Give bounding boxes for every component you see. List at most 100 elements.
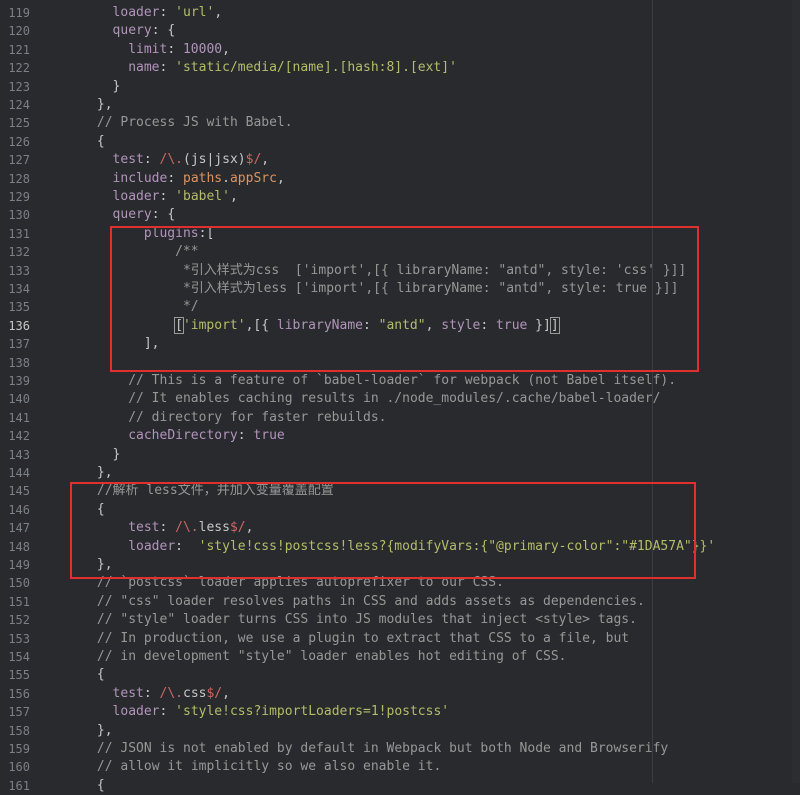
line-number: 143 [8, 447, 30, 462]
code-comment: // Process JS with Babel. [96, 115, 293, 131]
line-number: 134 [8, 282, 30, 296]
code-line[interactable]: { [97, 777, 105, 795]
code-text: , [229, 189, 238, 204]
code-regex: /\. [159, 685, 183, 701]
code-line[interactable]: // Process JS with Babel. [97, 114, 293, 132]
code-text: : { [151, 23, 176, 39]
code-string: 'style!css?importLoaders=1!postcss' [175, 704, 450, 720]
code-text: : [143, 152, 160, 168]
line-number: 119 [8, 6, 30, 20]
line-number: 146 [8, 502, 30, 517]
line-number: 123 [8, 79, 30, 94]
line-number: 145 [8, 484, 30, 499]
code-regex: /\. [159, 152, 183, 168]
code-line[interactable]: } [113, 446, 121, 464]
vertical-scrollbar[interactable] [792, 0, 800, 783]
code-text: : [159, 60, 176, 76]
line-number: 154 [8, 650, 30, 664]
code-line[interactable]: loader: 'style!css?importLoaders=1!postc… [113, 703, 450, 721]
code-line[interactable]: cacheDirectory: true [128, 427, 285, 445]
code-text: { [96, 133, 105, 149]
code-line[interactable]: // It enables caching results in ./node_… [128, 390, 660, 408]
code-text: css [183, 685, 207, 701]
code-line[interactable]: }, [97, 722, 113, 740]
code-comment: // in development "style" loader enables… [96, 649, 567, 664]
code-comment: // In production, we use a plugin to ext… [96, 630, 630, 646]
line-number-gutter: 119 120 121 122 123 124 125 126 127 128 129 130 131 1… [0, 0, 44, 793]
code-comment: // "css" loader resolves paths in CSS an… [96, 593, 645, 609]
code-line[interactable]: test: /\.(js|jsx)$/, [113, 151, 270, 169]
code-line[interactable]: { [97, 666, 105, 684]
code-line[interactable]: loader: 'url', [113, 4, 223, 22]
code-regex: $/ [245, 152, 262, 168]
code-line[interactable]: } [113, 78, 121, 96]
code-text: , [222, 41, 230, 57]
code-number: true [253, 428, 285, 444]
code-line[interactable]: query: { [113, 206, 176, 224]
code-line[interactable]: { [97, 133, 105, 151]
line-number: 155 [8, 668, 30, 683]
line-number: 125 [8, 116, 30, 131]
code-key: loader [112, 704, 160, 720]
code-text: } [112, 78, 121, 94]
code-line[interactable]: name: 'static/media/[name].[hash:8].[ext… [128, 59, 457, 77]
line-number: 160 [8, 760, 30, 775]
code-key: loader [112, 5, 160, 20]
code-line[interactable]: // "css" loader resolves paths in CSS an… [97, 593, 645, 611]
code-line[interactable]: loader: 'babel', [113, 188, 238, 206]
code-text: { [96, 667, 105, 683]
code-line[interactable]: test: /\.css$/, [113, 685, 230, 703]
code-string: 'babel' [175, 189, 230, 204]
line-number: 136 [8, 318, 30, 333]
line-number: 130 [8, 208, 30, 223]
code-line[interactable]: // This is a feature of `babel-loader` f… [128, 372, 676, 390]
code-line[interactable]: }, [97, 464, 113, 482]
wrap-guide [652, 0, 653, 783]
code-line[interactable]: query: { [113, 22, 176, 40]
code-text: , [261, 152, 270, 168]
line-number: 147 [8, 521, 30, 536]
code-key: test [112, 152, 144, 168]
code-editor[interactable]: 119 120 121 122 123 124 125 126 127 128 129 130 131 1… [0, 0, 800, 793]
code-string: 'static/media/[name].[hash:8].[ext]' [175, 60, 457, 76]
line-number: 142 [8, 429, 30, 444]
line-number: 153 [8, 631, 30, 646]
code-text: }, [96, 97, 113, 112]
line-number: 157 [8, 705, 30, 720]
line-number: 137 [8, 337, 30, 352]
code-line[interactable]: // allow it implicitly so we also enable… [97, 758, 441, 776]
line-number: 151 [8, 594, 30, 609]
code-line[interactable]: // in development "style" loader enables… [97, 648, 567, 666]
code-line[interactable]: // directory for faster rebuilds. [128, 409, 386, 427]
code-line[interactable]: // JSON is not enabled by default in Web… [97, 740, 668, 758]
code-key: name [128, 60, 160, 76]
line-number: 122 [8, 61, 30, 76]
code-text: , [222, 685, 230, 701]
code-text: { [96, 777, 105, 793]
code-comment: // This is a feature of `babel-loader` f… [128, 373, 677, 388]
code-line[interactable]: }, [97, 96, 113, 114]
code-number: 10000 [182, 41, 223, 57]
annotation-box-less-loader [70, 482, 696, 579]
code-comment: // directory for faster rebuilds. [128, 409, 387, 425]
line-number: 158 [8, 723, 30, 738]
code-line[interactable]: // In production, we use a plugin to ext… [97, 630, 629, 648]
code-text: : [159, 5, 176, 20]
line-number: 152 [8, 613, 30, 628]
code-text: , [214, 5, 223, 20]
code-key: test [112, 685, 144, 701]
line-number: 140 [8, 392, 30, 407]
code-text: : { [151, 207, 176, 223]
line-number: 156 [8, 686, 30, 701]
code-key: query [112, 23, 152, 39]
code-comment: // allow it implicitly so we also enable… [96, 759, 442, 775]
code-comment: // It enables caching results in ./node_… [128, 391, 661, 407]
code-line[interactable]: limit: 10000, [128, 41, 230, 59]
code-area[interactable]: loader: 'url', query: {limit: 10000, name:… [44, 0, 800, 793]
code-text: (js|jsx) [183, 152, 246, 168]
line-number: 133 [8, 263, 30, 278]
line-number: 149 [8, 558, 30, 572]
line-number: 144 [8, 466, 30, 480]
code-line[interactable]: // "style" loader turns CSS into JS modu… [97, 611, 637, 629]
code-line[interactable]: include: paths.appSrc, [113, 170, 285, 188]
